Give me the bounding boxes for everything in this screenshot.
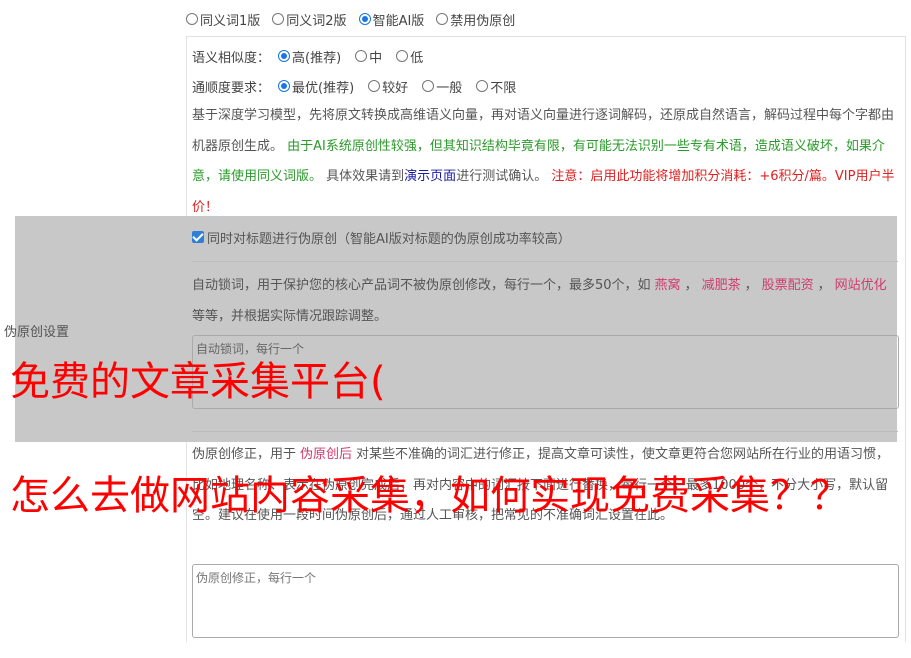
fluency-row: 通顺度要求： 最优(推荐) 较好 一般 不限 [192,76,516,96]
overlay-headline-2: 怎么去做网站内容采集，如何实现免费采集？？ [10,473,850,519]
fluency-option-good[interactable]: 较好 [368,77,408,96]
radio-icon[interactable] [422,80,435,92]
demo-page-link[interactable]: 演示页面 [404,169,456,184]
radio-checked-icon[interactable] [278,80,291,92]
radio-icon[interactable] [368,80,381,92]
similarity-option-low[interactable]: 低 [396,47,423,66]
radio-icon[interactable] [476,80,489,92]
radio-icon[interactable] [272,13,285,25]
title-pseudo-original-checkbox-row[interactable]: 同时对标题进行伪原创（智能AI版对标题的伪原创成功率较高） [192,228,571,247]
version-option-disable[interactable]: 禁用伪原创 [436,10,515,29]
version-radio-group: 同义词1版 同义词2版 智能AI版 禁用伪原创 [186,9,515,29]
correction-tag: 伪原创后 [300,447,353,462]
fluency-option-best[interactable]: 最优(推荐) [278,77,354,96]
radio-icon[interactable] [186,13,198,25]
lock-words-description: 自动锁词，用于保护您的核心产品词不被伪原创修改，每行一个，最多50个，如 燕窝，减… [192,271,898,332]
radio-icon[interactable] [436,13,449,25]
fluency-option-any[interactable]: 不限 [476,77,516,96]
similarity-row: 语义相似度： 高(推荐) 中 低 [192,46,423,66]
ai-description: 基于深度学习模型，先将原文转换成高维语义向量，再对语义向量进行逐词解码，还原成自… [192,108,895,215]
version-option-synonym2[interactable]: 同义词2版 [272,10,347,29]
radio-checked-icon[interactable] [278,50,291,62]
similarity-option-medium[interactable]: 中 [355,47,382,66]
example-tag: 减肥茶 [701,278,741,293]
version-option-ai[interactable]: 智能AI版 [358,10,424,29]
similarity-option-high[interactable]: 高(推荐) [278,47,341,66]
fluency-option-average[interactable]: 一般 [422,77,462,96]
example-tag: 股票配资 [761,278,814,293]
overlay-headline-1: 免费的文章采集平台( [10,359,386,405]
correction-textarea[interactable]: 伪原创修正，每行一个 [192,564,899,638]
version-option-synonym1[interactable]: 同义词1版 [186,10,260,29]
divider [192,261,898,262]
fluency-label: 通顺度要求： [192,80,271,96]
radio-checked-icon[interactable] [358,13,371,25]
radio-icon[interactable] [396,50,409,62]
similarity-label: 语义相似度： [192,50,271,66]
checkbox-checked-icon[interactable] [192,231,204,243]
example-tag: 网站优化 [834,278,887,293]
radio-icon[interactable] [355,50,368,62]
divider [192,431,898,432]
pseudo-original-settings-label: 伪原创设置 [4,325,70,340]
example-tag: 燕窝 [654,278,681,293]
